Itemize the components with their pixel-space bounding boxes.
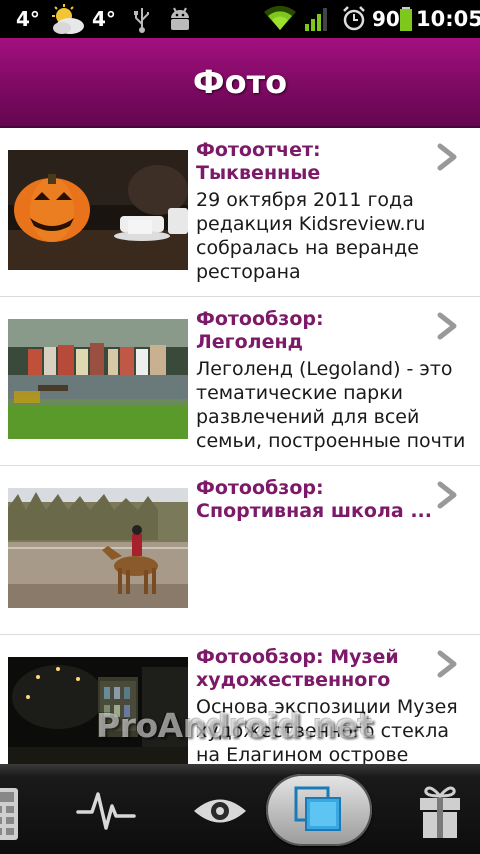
clock: 10:05 bbox=[416, 7, 480, 31]
list-item[interactable]: Фотообзор: Леголенд (Legoland)... Леголе… bbox=[0, 297, 480, 466]
bottom-tab-bar bbox=[0, 764, 480, 854]
eye-icon bbox=[194, 799, 246, 823]
tab-eye[interactable] bbox=[184, 764, 256, 854]
tab-pulse[interactable] bbox=[68, 764, 140, 854]
battery-icon bbox=[400, 7, 412, 31]
android-debug-icon bbox=[171, 7, 189, 30]
chevron-right-icon bbox=[437, 650, 457, 678]
horse-riding-photo bbox=[8, 488, 188, 608]
item-title: Фотоотчет: Тыквенные посидел... bbox=[196, 139, 321, 184]
item-title: Фотообзор: Спортивная школа ... bbox=[196, 477, 432, 522]
tab-calculator[interactable] bbox=[0, 764, 40, 854]
gift-icon bbox=[420, 786, 460, 838]
temperature-left: 4° bbox=[16, 7, 40, 31]
list-item[interactable]: Фотоотчет: Тыквенные посидел... 29 октяб… bbox=[0, 128, 480, 297]
temperature-right: 4° bbox=[92, 7, 116, 31]
chevron-right-icon bbox=[437, 312, 457, 340]
item-description: 29 октября 2011 года редакция Kidsreview… bbox=[196, 189, 426, 283]
page-title: Фото bbox=[192, 63, 288, 101]
battery-level: 90 bbox=[372, 7, 400, 31]
item-title: Фотообзор: Леголенд (Legoland)... bbox=[196, 308, 324, 353]
glass-museum-photo bbox=[8, 657, 188, 764]
calculator-icon bbox=[0, 788, 18, 840]
tab-gallery[interactable] bbox=[266, 764, 372, 854]
signal-icon bbox=[305, 8, 327, 31]
weather-partly-cloudy-icon bbox=[52, 4, 84, 34]
list-item[interactable]: Фотообзор: Спортивная школа ... bbox=[0, 466, 480, 635]
pumpkin-photo bbox=[8, 150, 188, 270]
alarm-icon bbox=[343, 6, 365, 31]
status-bar: 4° 4° 90 10:05 bbox=[0, 0, 480, 38]
tab-gift[interactable] bbox=[408, 764, 480, 854]
item-title: Фотообзор: Музей художественного ст... bbox=[196, 646, 399, 691]
pulse-icon bbox=[76, 792, 136, 830]
chevron-right-icon bbox=[437, 143, 457, 171]
item-description: Леголенд (Legoland) - это тематические п… bbox=[196, 358, 466, 452]
list-item[interactable]: Фотообзор: Музей художественного ст... О… bbox=[0, 635, 480, 764]
legoland-photo bbox=[8, 319, 188, 439]
gallery-icon bbox=[294, 786, 341, 831]
usb-icon bbox=[134, 8, 149, 33]
title-bar: Фото bbox=[0, 38, 480, 128]
chevron-right-icon bbox=[437, 481, 457, 509]
photo-list: Фотоотчет: Тыквенные посидел... 29 октяб… bbox=[0, 128, 480, 764]
wifi-icon bbox=[264, 5, 296, 31]
item-description: Основа экспозиции Музея художественного … bbox=[196, 696, 458, 764]
